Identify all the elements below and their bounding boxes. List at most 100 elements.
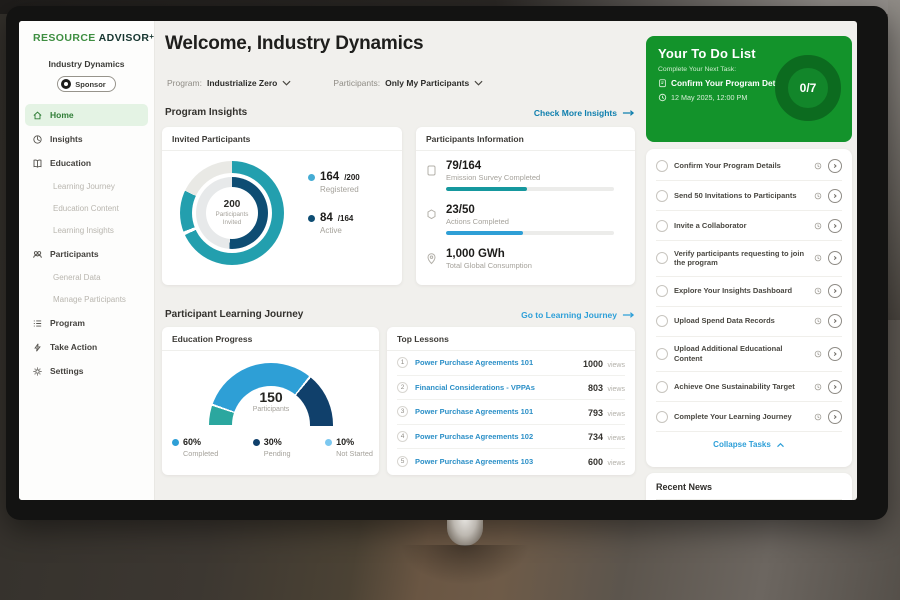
monitor-stand-shadow [400,545,530,585]
lesson-rank: 3 [397,406,408,417]
task-checkbox[interactable] [656,190,668,202]
go-to-learning-journey-link[interactable]: Go to Learning Journey [521,310,635,320]
task-row-8[interactable]: Achieve One Sustainability Target [656,372,842,402]
task-row-7[interactable]: Upload Additional Educational Content [656,337,842,373]
lesson-row: 3 Power Purchase Agreements 101 793 view… [397,400,625,425]
lesson-link[interactable]: Power Purchase Agreements 101 [415,358,576,367]
task-row-6[interactable]: Upload Spend Data Records [656,307,842,337]
lesson-link[interactable]: Financial Considerations - VPPAs [415,383,581,392]
task-row-3[interactable]: Invite a Collaborator [656,211,842,241]
lesson-link[interactable]: Power Purchase Agreements 103 [415,457,581,466]
views-word: views [607,411,625,418]
program-dropdown[interactable]: Program: Industrialize Zero [167,78,291,88]
card-title: Invited Participants [162,127,402,151]
todo-next-task-label: Confirm Your Program Details [671,78,789,88]
task-chevron-button[interactable] [828,347,842,361]
task-label: Confirm Your Program Details [674,161,808,171]
actions-icon [426,208,437,221]
legend-dot [308,174,315,181]
views-word: views [607,362,625,369]
task-checkbox[interactable] [656,220,668,232]
legend-label: Not Started [336,449,373,458]
task-row-1[interactable]: Confirm Your Program Details [656,151,842,181]
lesson-link[interactable]: Power Purchase Agreements 102 [415,432,581,441]
legend-dot [172,439,179,446]
task-checkbox[interactable] [656,160,668,172]
task-label: Complete Your Learning Journey [674,412,808,422]
task-row-5[interactable]: Explore Your Insights Dashboard [656,277,842,307]
sidebar-item-learning-insights[interactable]: Learning Insights [25,220,148,241]
task-checkbox[interactable] [656,381,668,393]
participants-dropdown[interactable]: Participants: Only My Participants [333,78,483,88]
education-gauge: 150 Participants [209,363,333,426]
gauge-legend: 60% Completed 30% Pending 10% Not Starte… [172,437,373,458]
task-clock-icon [814,162,822,170]
task-clock-icon [814,350,822,358]
task-checkbox[interactable] [656,285,668,297]
task-chevron-button[interactable] [828,284,842,298]
sidebar-item-education-content[interactable]: Education Content [25,198,148,219]
info-value: 23/50 [446,204,625,216]
lesson-link[interactable]: Power Purchase Agreements 101 [415,407,581,416]
task-checkbox[interactable] [656,348,668,360]
arrow-right-icon [622,311,635,319]
task-row-2[interactable]: Send 50 Invitations to Participants [656,181,842,211]
sidebar-item-learning-journey[interactable]: Learning Journey [25,176,148,197]
card-title: Participants Information [416,127,635,151]
consumption-icon [426,252,437,265]
sidebar-item-program[interactable]: Program [25,312,148,334]
sidebar-item-manage-participants[interactable]: Manage Participants [25,289,148,310]
sidebar-item-settings[interactable]: Settings [25,360,148,382]
sidebar-item-label: Settings [50,366,84,376]
task-chevron-button[interactable] [828,159,842,173]
sidebar-nav: Home Insights Education Learning Journey… [19,104,154,382]
task-chevron-button[interactable] [828,410,842,424]
task-chevron-button[interactable] [828,251,842,265]
todo-progress-ring: 0/7 [775,55,841,121]
todo-due-label: 12 May 2025, 12:00 PM [671,93,747,102]
sidebar-item-take-action[interactable]: Take Action [25,336,148,358]
check-more-insights-link[interactable]: Check More Insights [534,108,635,118]
task-clock-icon [814,287,822,295]
section-learning-journey: Participant Learning Journey [165,309,303,320]
sidebar-subitem-label: Education Content [53,204,119,213]
org-name: Industry Dynamics [19,59,154,69]
task-checkbox[interactable] [656,252,668,264]
insights-icon [32,134,43,145]
task-row-4[interactable]: Verify participants requesting to join t… [656,241,842,277]
lesson-rank: 2 [397,382,408,393]
sidebar-item-general-data[interactable]: General Data [25,267,148,288]
invited-participants-donut: 200 Participants Invited [180,161,284,265]
sidebar-item-participants[interactable]: Participants [25,243,148,265]
lesson-rank: 4 [397,431,408,442]
sidebar-item-home[interactable]: Home [25,104,148,126]
task-clock-icon [814,192,822,200]
legend-dot [253,439,260,446]
progress-fill-1 [446,231,523,235]
legend-value: 84 [320,212,333,224]
participants-value: Only My Participants [385,78,469,88]
info-label: Total Global Consumption [446,261,625,270]
sidebar-subitem-label: Manage Participants [53,295,126,304]
task-chevron-button[interactable] [828,219,842,233]
task-row-9[interactable]: Complete Your Learning Journey [656,402,842,432]
sidebar-item-education[interactable]: Education [25,152,148,174]
task-label: Achieve One Sustainability Target [674,382,808,392]
task-chevron-button[interactable] [828,189,842,203]
info-label: Actions Completed [446,217,625,226]
task-chevron-button[interactable] [828,380,842,394]
legend-label: Completed [183,449,218,458]
sidebar-item-insights[interactable]: Insights [25,128,148,150]
filters-row: Program: Industrialize Zero Participants… [167,78,483,88]
clock-icon [658,93,667,102]
card-title: Top Lessons [387,327,635,351]
task-chevron-button[interactable] [828,314,842,328]
legend-dot [325,439,332,446]
donut-center-value: 200 [224,199,241,210]
task-label: Verify participants requesting to join t… [674,249,808,269]
collapse-tasks-link[interactable]: Collapse Tasks [656,432,842,453]
task-checkbox[interactable] [656,411,668,423]
legend-pct: 60% [183,437,201,447]
task-checkbox[interactable] [656,315,668,327]
participants-label: Participants: [333,78,380,88]
